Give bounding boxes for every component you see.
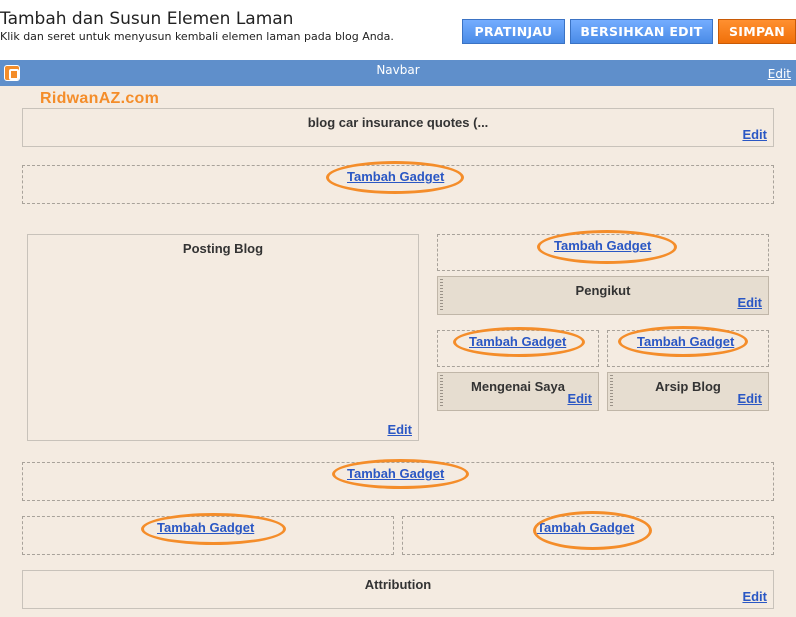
attribution-title: Attribution [364,577,432,592]
add-gadget-link[interactable]: Tambah Gadget [157,520,254,535]
add-gadget-zone-sidebar-left: Tambah Gadget [437,330,599,367]
followers-edit-link[interactable]: Edit [737,295,762,310]
followers-gadget[interactable]: Pengikut Edit [437,276,769,315]
add-gadget-link[interactable]: Tambah Gadget [537,520,634,535]
add-gadget-zone-footer-right: Tambah Gadget [402,516,774,555]
header-edit-link[interactable]: Edit [742,127,767,142]
add-gadget-link[interactable]: Tambah Gadget [637,334,734,349]
blog-posts-gadget[interactable]: Posting Blog Edit [27,234,419,441]
blog-posts-title: Posting Blog [182,241,264,256]
attribution-edit-link[interactable]: Edit [742,589,767,604]
watermark: RidwanAZ.com [40,90,160,107]
add-gadget-link[interactable]: Tambah Gadget [554,238,651,253]
blog-posts-edit-link[interactable]: Edit [387,422,412,437]
navbar-title: Navbar [376,63,420,77]
attribution-gadget[interactable]: Attribution Edit [22,570,774,609]
blog-archive-gadget[interactable]: Arsip Blog Edit [607,372,769,411]
save-button[interactable]: SIMPAN [718,19,796,44]
clear-edits-button[interactable]: BERSIHKAN EDIT [570,19,713,44]
blog-archive-edit-link[interactable]: Edit [737,391,762,406]
about-me-edit-link[interactable]: Edit [567,391,592,406]
add-gadget-link[interactable]: Tambah Gadget [469,334,566,349]
preview-button[interactable]: PRATINJAU [462,19,565,44]
page-subtitle: Klik dan seret untuk menyusun kembali el… [0,30,394,43]
navbar-edit-link[interactable]: Edit [768,67,791,81]
header-gadget-title: blog car insurance quotes (... [307,115,489,130]
about-me-gadget[interactable]: Mengenai Saya Edit [437,372,599,411]
page-title: Tambah dan Susun Elemen Laman [0,9,294,29]
navbar: Navbar Edit [0,60,796,86]
add-gadget-zone-sidebar: Tambah Gadget [437,234,769,271]
add-gadget-link[interactable]: Tambah Gadget [347,169,444,184]
add-gadget-zone-sidebar-right: Tambah Gadget [607,330,769,367]
add-gadget-zone-main: Tambah Gadget [22,462,774,501]
followers-title: Pengikut [575,283,631,298]
header-gadget[interactable]: blog car insurance quotes (... Edit [22,108,774,147]
add-gadget-zone-header: Tambah Gadget [22,165,774,204]
add-gadget-zone-footer-left: Tambah Gadget [22,516,394,555]
add-gadget-link[interactable]: Tambah Gadget [347,466,444,481]
